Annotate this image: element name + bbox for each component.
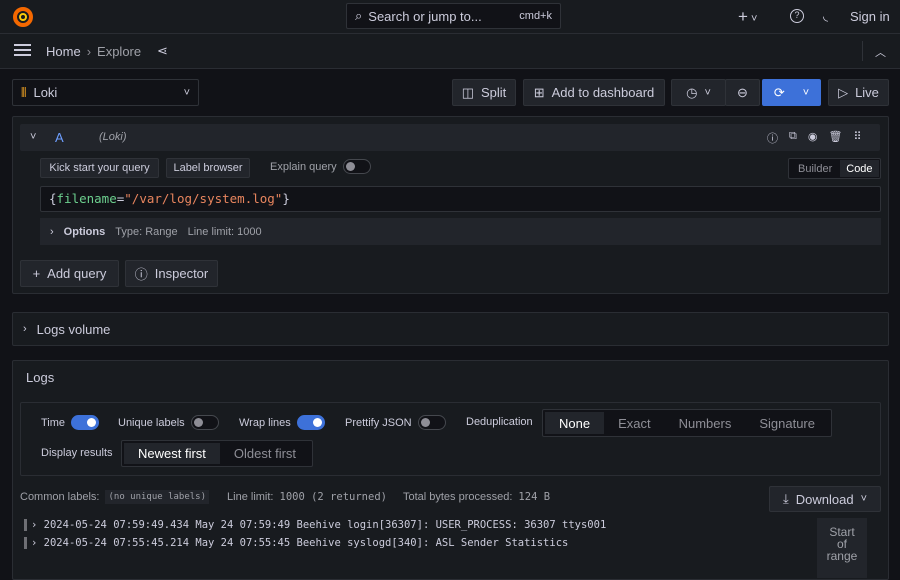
inspector-button[interactable]: ⓘInspector [125,260,218,287]
info-icon: ⓘ [135,264,148,283]
play-icon: ▷ [838,85,848,101]
zoom-out-button[interactable]: ⊖ [725,79,760,106]
search-input[interactable]: ⌕ Search or jump to... cmd+k [346,3,561,29]
query-row-header [20,124,880,151]
deduplication-label: Deduplication [466,416,533,428]
query-options-row[interactable]: › Options Type: Range Line limit: 1000 [40,218,881,245]
chevron-down-icon: ˅ [803,87,809,99]
chevron-right-icon: › [23,323,27,335]
help-icon[interactable]: ? [790,9,804,23]
refresh-button[interactable]: ⟳˅ [762,79,821,106]
dedup-numbers[interactable]: Numbers [665,412,746,434]
deduplication-options: None Exact Numbers Signature [542,409,832,437]
chevron-down-icon: ˅ [704,87,710,99]
query-actions: ⓘ ⧉ ◉ 🗑 ⠿ [767,130,862,146]
logs-meta: Common labels: (no unique labels) Line l… [20,490,550,504]
query-datasource-label: (Loki) [99,131,127,143]
display-results-label: Display results [41,447,113,459]
logs-volume-panel[interactable]: › Logs volume [12,312,889,346]
chevron-down-icon: ˅ [861,493,867,505]
clock-icon: ◷ [686,85,697,101]
label-browser-button[interactable]: Label browser [166,158,250,178]
grafana-logo-icon[interactable] [12,6,34,28]
menu-icon[interactable] [14,44,31,56]
zoom-out-icon: ⊖ [737,85,748,101]
shortcut-hint: cmd+k [519,10,552,22]
split-button[interactable]: ◫Split [452,79,516,106]
wrap-lines-switch[interactable] [297,415,325,430]
drag-handle-icon[interactable]: ⠿ [853,130,861,146]
new-menu-button[interactable]: + ˅ [738,7,757,27]
news-rss-icon[interactable]: ◟ [823,8,828,24]
live-button[interactable]: ▷Live [828,79,889,106]
explain-query-switch[interactable] [343,159,371,174]
add-to-dashboard-button[interactable]: ⊞Add to dashboard [523,79,665,106]
datasource-picker[interactable]: ⫴ Loki ˅ [12,79,199,106]
apps-icon: ⊞ [534,85,545,101]
breadcrumb-home[interactable]: Home [46,44,81,59]
order-newest-first[interactable]: Newest first [124,443,220,464]
time-toggle[interactable]: Time [41,415,99,430]
download-icon: ⤓ [783,491,789,507]
breadcrumb-explore: Explore [97,44,141,59]
chevron-down-icon: ˅ [184,87,190,99]
sign-in-link[interactable]: Sign in [850,9,890,24]
query-editor[interactable]: {filename="/var/log/system.log"} [40,186,881,212]
prettify-json-switch[interactable] [418,415,446,430]
order-oldest-first[interactable]: Oldest first [220,443,310,464]
search-icon: ⌕ [355,8,362,24]
dedup-signature[interactable]: Signature [745,412,829,434]
wrap-lines-toggle[interactable]: Wrap lines [239,415,325,430]
editor-mode-toggle[interactable]: BuilderCode [788,158,881,179]
unique-labels-toggle[interactable]: Unique labels [118,415,219,430]
trash-icon[interactable]: 🗑 [828,130,842,146]
time-switch[interactable] [71,415,99,430]
start-of-range-marker[interactable]: Start of range [817,518,867,578]
split-icon: ◫ [462,85,474,101]
dedup-none[interactable]: None [545,412,604,434]
share-icon[interactable]: ⋖ [157,43,168,59]
collapse-chevron-up-icon[interactable]: ︿ [875,44,886,60]
time-picker-button[interactable]: ◷˅ [671,79,726,106]
mode-code[interactable]: Code [840,160,878,177]
eye-icon[interactable]: ◉ [808,130,818,146]
copy-icon[interactable]: ⧉ [789,130,797,146]
logs-title: Logs [26,370,54,385]
collapse-chevron-icon[interactable]: ˅ [30,131,36,143]
sync-icon: ⟳ [774,85,785,101]
kick-start-button[interactable]: Kick start your query [40,158,159,178]
download-button[interactable]: ⤓Download˅ [769,486,881,512]
explain-query-toggle[interactable]: Explain query [270,159,371,174]
chevron-right-icon: › [50,226,54,238]
add-query-button[interactable]: +Add query [20,260,119,287]
breadcrumb: Home › Explore [46,44,141,59]
query-ref-id[interactable]: A [55,130,64,145]
mode-builder[interactable]: Builder [790,160,840,177]
display-order-options: Newest first Oldest first [121,440,313,467]
divider [862,41,863,61]
loki-logo-icon: ⫴ [21,85,26,101]
help-icon[interactable]: ⓘ [767,130,778,146]
unique-labels-switch[interactable] [191,415,219,430]
log-line[interactable]: › 2024-05-24 07:59:49.434 May 24 07:59:4… [24,519,606,531]
chevron-down-icon: ˅ [748,13,757,25]
plus-icon: + [33,266,41,281]
log-line[interactable]: › 2024-05-24 07:55:45.214 May 24 07:55:4… [24,537,568,549]
prettify-json-toggle[interactable]: Prettify JSON [345,415,446,430]
dedup-exact[interactable]: Exact [604,412,665,434]
